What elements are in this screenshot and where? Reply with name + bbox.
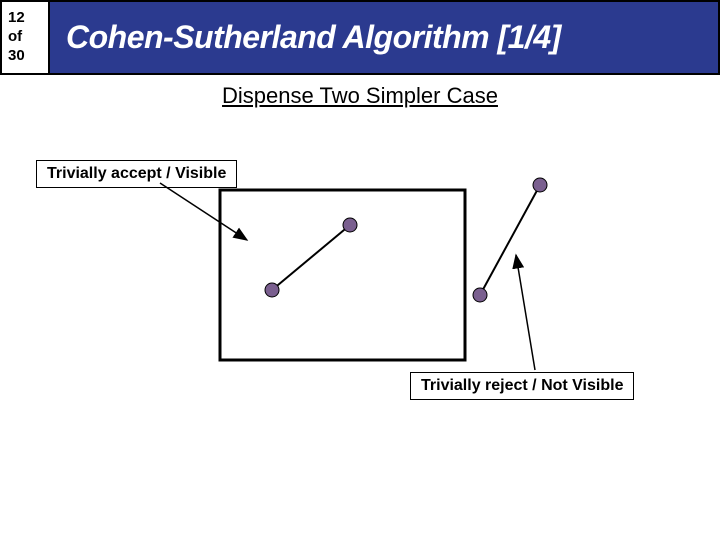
arrow-to-accept <box>160 183 247 240</box>
arrow-to-reject <box>516 255 535 370</box>
label-trivially-accept: Trivially accept / Visible <box>36 160 237 188</box>
slide-subtitle: Dispense Two Simpler Case <box>0 83 720 109</box>
page-counter: 12 of 30 <box>0 0 50 75</box>
slide-header: 12 of 30 Cohen-Sutherland Algorithm [1/4… <box>0 0 720 75</box>
endpoint-dot <box>265 283 279 297</box>
endpoint-dot <box>473 288 487 302</box>
label-trivially-reject: Trivially reject / Not Visible <box>410 372 634 400</box>
visible-segment <box>272 225 350 290</box>
endpoint-dot <box>533 178 547 192</box>
rejected-segment <box>480 185 540 295</box>
slide-title: Cohen-Sutherland Algorithm [1/4] <box>66 19 561 56</box>
page-of-label: of <box>8 28 22 47</box>
endpoint-dot <box>343 218 357 232</box>
page-total: 30 <box>8 47 25 66</box>
title-bar: Cohen-Sutherland Algorithm [1/4] <box>50 0 720 75</box>
clip-window-rect <box>220 190 465 360</box>
clipping-diagram <box>0 0 720 540</box>
page-current: 12 <box>8 9 25 28</box>
